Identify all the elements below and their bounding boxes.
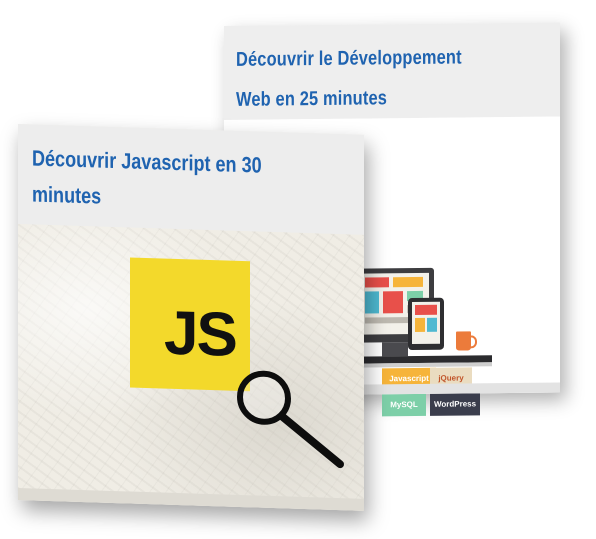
tag-mysql: MySQL bbox=[382, 393, 426, 417]
magnifier-icon bbox=[237, 370, 344, 469]
monitor-stand bbox=[382, 342, 408, 357]
card-title[interactable]: Découvrir le Développement Web en 25 min… bbox=[236, 37, 498, 120]
card-title[interactable]: Découvrir Javascript en 30 minutes bbox=[32, 140, 303, 221]
tablet-icon bbox=[408, 297, 444, 351]
card-title-area: Découvrir Javascript en 30 minutes bbox=[18, 124, 364, 235]
course-cards-scene: Découvrir le Développement Web en 25 min… bbox=[0, 0, 596, 539]
javascript-logo-text: JS bbox=[164, 298, 236, 370]
course-card-javascript[interactable]: Découvrir Javascript en 30 minutes JS bbox=[18, 124, 364, 511]
javascript-illustration: JS bbox=[18, 224, 364, 511]
tag-wordpress: WordPress bbox=[430, 393, 480, 416]
card-title-area: Découvrir le Développement Web en 25 min… bbox=[224, 22, 560, 121]
